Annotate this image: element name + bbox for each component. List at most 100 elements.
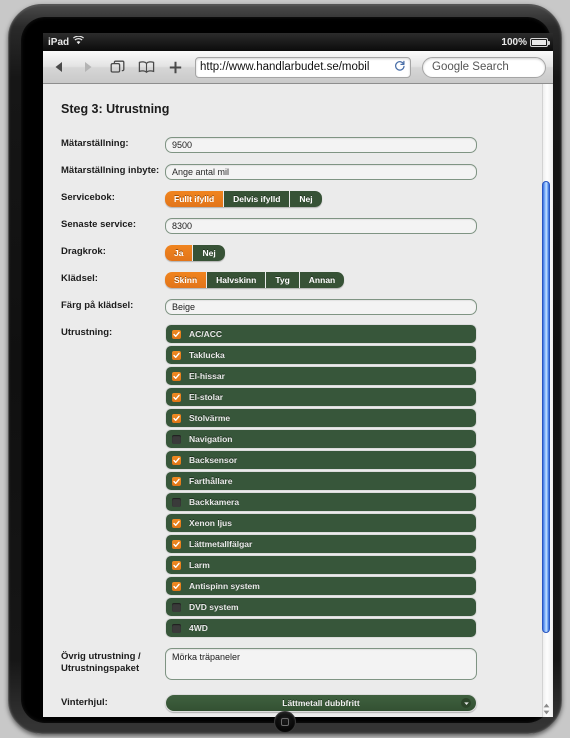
battery-icon [530, 37, 550, 47]
upholstery-color-input[interactable] [165, 299, 477, 315]
page-title: Steg 3: Utrustning [61, 102, 170, 116]
page-scrollbar-thumb[interactable] [542, 181, 550, 633]
checkbox-checked-icon[interactable] [172, 560, 181, 570]
field-row-servicebook: Servicebok: Fullt ifylld Delvis ifylld N… [43, 189, 553, 207]
url-text: http://www.handlarbudet.se/mobil [200, 61, 370, 73]
checkbox-checked-icon[interactable] [172, 518, 181, 528]
ios-status-bar: iPad 100% [43, 33, 553, 51]
equipment-label: Larm [189, 560, 210, 570]
upholstery-option-0[interactable]: Skinn [165, 272, 208, 288]
equipment-label: Stolvärme [189, 413, 231, 423]
equipment-label: Taklucka [189, 350, 225, 360]
field-row-odometer-tradein: Mätarställning inbyte: [43, 162, 553, 180]
ipad-screen: iPad 100% http://www.handlarbudet.se/mob… [43, 33, 553, 717]
servicebook-option-0[interactable]: Fullt ifylld [165, 191, 225, 207]
upholstery-option-2[interactable]: Tyg [266, 272, 300, 288]
label-upholstery: Klädsel: [61, 273, 98, 284]
equipment-row[interactable]: AC/ACC [165, 324, 477, 344]
upholstery-option-1[interactable]: Halvskinn [207, 272, 267, 288]
field-row-last-service: Senaste service: [43, 216, 553, 234]
equipment-row[interactable]: Farthållare [165, 471, 477, 491]
checkbox-unchecked-icon[interactable] [172, 497, 181, 507]
equipment-row[interactable]: El-hissar [165, 366, 477, 386]
equipment-row[interactable]: DVD system [165, 597, 477, 617]
other-equipment-textarea[interactable] [165, 648, 477, 680]
servicebook-option-2[interactable]: Nej [290, 191, 322, 207]
equipment-label: AC/ACC [189, 329, 223, 339]
back-arrow-icon[interactable] [50, 58, 68, 76]
equipment-row[interactable]: Backkamera [165, 492, 477, 512]
equipment-label: Navigation [189, 434, 233, 444]
equipment-row[interactable]: 4WD [165, 618, 477, 638]
field-row-upholstery: Klädsel: Skinn Halvskinn Tyg Annan [43, 270, 553, 288]
equipment-label: Farthållare [189, 476, 233, 486]
equipment-row[interactable]: Backsensor [165, 450, 477, 470]
equipment-row[interactable]: Navigation [165, 429, 477, 449]
home-button[interactable] [274, 711, 296, 733]
checkbox-checked-icon[interactable] [172, 455, 181, 465]
servicebook-option-1[interactable]: Delvis ifylld [224, 191, 291, 207]
checkbox-checked-icon[interactable] [172, 350, 181, 360]
equipment-row[interactable]: Larm [165, 555, 477, 575]
upholstery-segmented-control[interactable]: Skinn Halvskinn Tyg Annan [165, 272, 345, 288]
label-last-service: Senaste service: [61, 219, 136, 230]
ipad-device-frame: iPad 100% http://www.handlarbudet.se/mob… [8, 4, 562, 734]
equipment-row[interactable]: Antispinn system [165, 576, 477, 596]
equipment-row[interactable]: Stolvärme [165, 408, 477, 428]
home-button-square-icon [281, 718, 289, 726]
equipment-label: Antispinn system [189, 581, 260, 591]
checkbox-checked-icon[interactable] [172, 329, 181, 339]
page-scrollbar-track[interactable] [542, 84, 552, 717]
field-row-equipment: Utrustning: AC/ACC Taklucka El-hissar El-st… [43, 324, 553, 639]
equipment-label: Backsensor [189, 455, 238, 465]
web-page-viewport: Steg 3: Utrustning Mätarställning: Mätar… [43, 84, 553, 717]
winter-wheels-selected-value: Lättmetall dubbfritt [282, 698, 360, 708]
checkbox-checked-icon[interactable] [172, 371, 181, 381]
tabs-icon[interactable] [108, 58, 126, 76]
search-input[interactable]: Google Search [422, 56, 546, 78]
battery-percentage: 100% [501, 36, 527, 48]
checkbox-unchecked-icon[interactable] [172, 602, 181, 612]
equipment-label: Lättmetallfälgar [189, 539, 253, 549]
odometer-input[interactable] [165, 137, 477, 153]
bookmarks-book-icon[interactable] [137, 58, 155, 76]
url-address-bar[interactable]: http://www.handlarbudet.se/mobil [195, 56, 411, 78]
field-row-odometer: Mätarställning: [43, 135, 553, 153]
winter-wheels-select[interactable]: Lättmetall dubbfritt [165, 694, 477, 712]
last-service-input[interactable] [165, 218, 477, 234]
checkbox-unchecked-icon[interactable] [172, 434, 181, 444]
chevron-down-icon [461, 698, 471, 708]
equipment-label: El-stolar [189, 392, 224, 402]
equipment-row[interactable]: El-stolar [165, 387, 477, 407]
field-row-towbar: Dragkrok: Ja Nej [43, 243, 553, 261]
odometer-tradein-input[interactable] [165, 164, 477, 180]
servicebook-segmented-control[interactable]: Fullt ifylld Delvis ifylld Nej [165, 191, 322, 207]
label-upholstery-color: Färg på klädsel: [61, 300, 134, 311]
checkbox-checked-icon[interactable] [172, 392, 181, 402]
equipment-checkbox-list: AC/ACC Taklucka El-hissar El-stolar Stolvärm… [165, 324, 477, 638]
equipment-row[interactable]: Xenon ljus [165, 513, 477, 533]
forward-arrow-icon[interactable] [79, 58, 97, 76]
checkbox-checked-icon[interactable] [172, 581, 181, 591]
reload-icon[interactable] [394, 60, 406, 75]
status-device-label: iPad [48, 36, 70, 48]
label-towbar: Dragkrok: [61, 246, 106, 257]
equipment-label: Xenon ljus [189, 518, 232, 528]
label-other-equipment: Övrig utrustning / Utrustningspaket [61, 651, 141, 674]
checkbox-checked-icon[interactable] [172, 476, 181, 486]
checkbox-checked-icon[interactable] [172, 539, 181, 549]
checkbox-unchecked-icon[interactable] [172, 623, 181, 633]
label-equipment: Utrustning: [61, 327, 113, 338]
towbar-option-1[interactable]: Nej [193, 245, 225, 261]
equipment-row[interactable]: Lättmetallfälgar [165, 534, 477, 554]
towbar-option-0[interactable]: Ja [165, 245, 194, 261]
checkbox-checked-icon[interactable] [172, 413, 181, 423]
upholstery-option-3[interactable]: Annan [299, 272, 345, 288]
towbar-segmented-control[interactable]: Ja Nej [165, 245, 225, 261]
equipment-row[interactable]: Taklucka [165, 345, 477, 365]
scrollbar-arrows[interactable] [542, 703, 550, 715]
wifi-icon [73, 35, 85, 48]
field-row-other-equipment: Övrig utrustning / Utrustningspaket [43, 648, 553, 685]
plus-icon[interactable] [166, 58, 184, 76]
label-odometer-tradein: Mätarställning inbyte: [61, 165, 160, 176]
